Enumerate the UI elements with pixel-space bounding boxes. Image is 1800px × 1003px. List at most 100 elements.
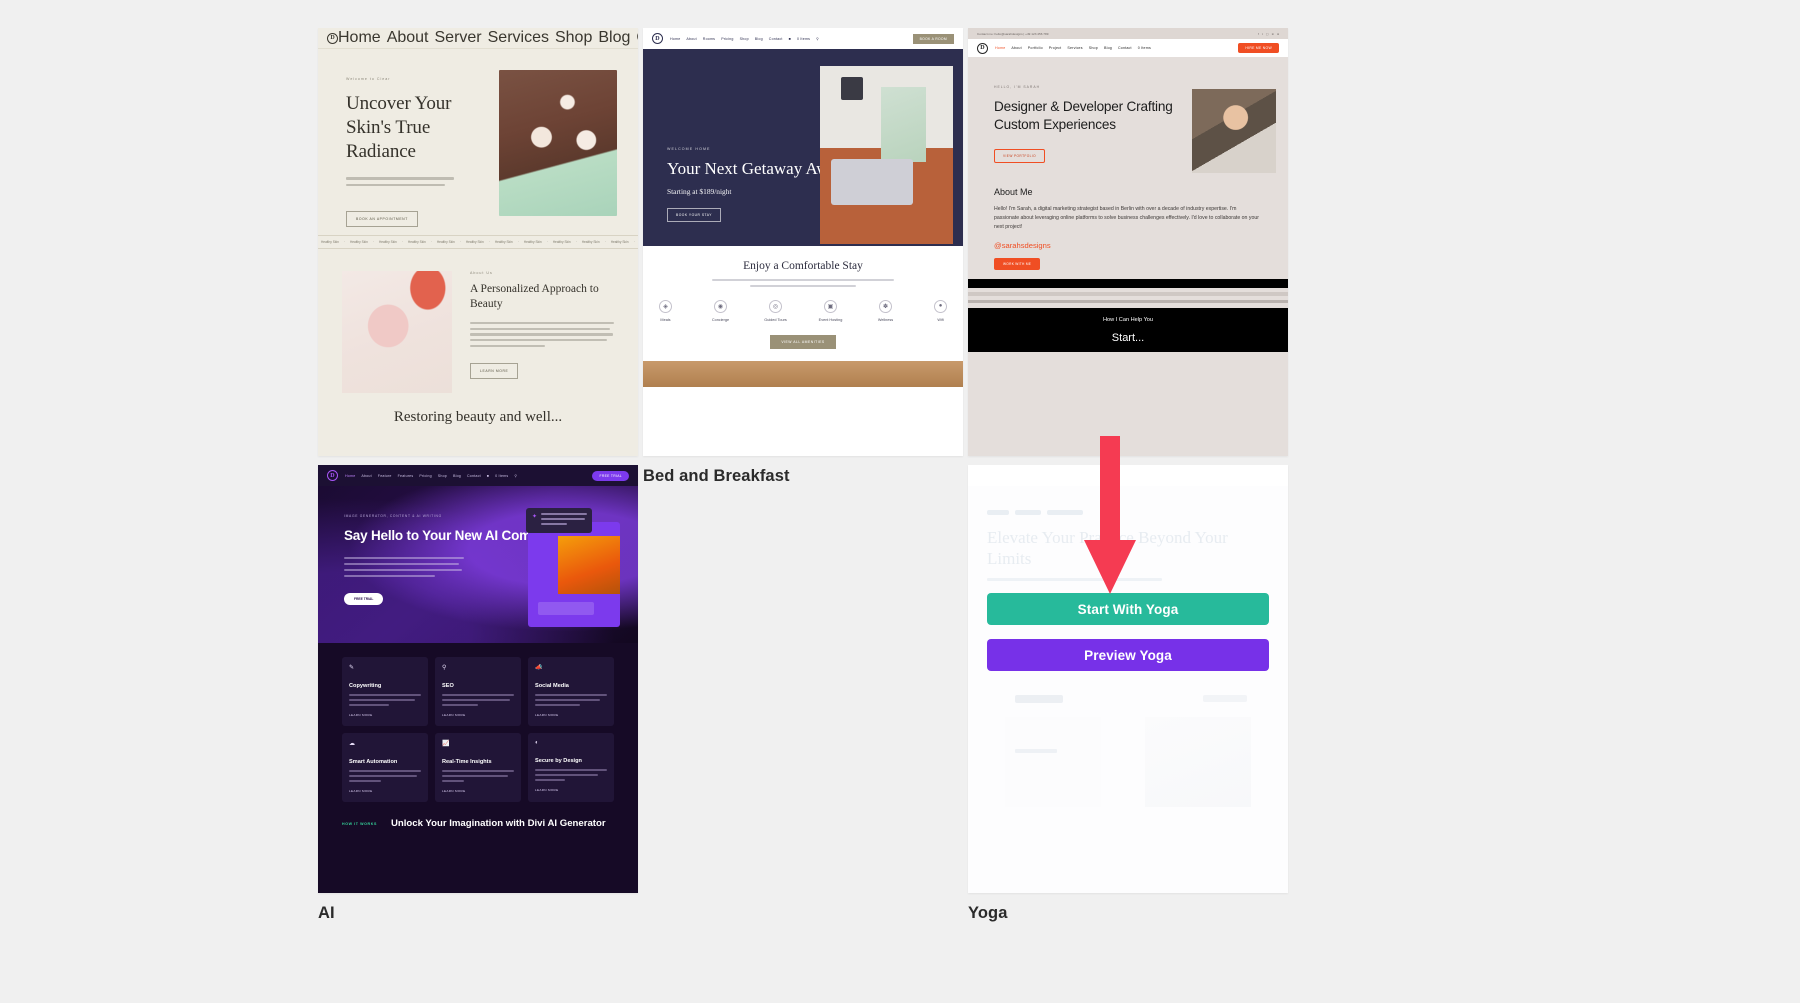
hero-paragraph	[987, 578, 1269, 582]
nav-link[interactable]: Server	[435, 29, 482, 47]
amenity-item[interactable]: ◉ Concierge	[701, 299, 741, 322]
hero-free-trial-button[interactable]: FREE TRIAL	[344, 592, 384, 605]
cart-icon[interactable]: ■	[789, 37, 791, 41]
thumbnail-ai[interactable]: D Home About Feature Features Pricing Sh…	[318, 465, 638, 893]
feature-desc	[535, 769, 607, 781]
nav-link[interactable]: Shop	[438, 474, 447, 478]
lower-preview-area	[987, 695, 1269, 813]
cart-count-label[interactable]: 0 Items	[797, 37, 810, 41]
card-esthetician[interactable]: D Home About Server Services Shop Blog C…	[318, 28, 638, 486]
feature-title: Smart Automation	[349, 759, 398, 765]
nav-link[interactable]: Contact	[636, 29, 638, 47]
amenities-list: ◈ Meals ◉ Concierge ◎ Guided Tours ▣ Eve…	[643, 299, 963, 322]
nav-link[interactable]: Rooms	[703, 37, 715, 41]
thumbnail-bed-and-breakfast[interactable]: D Home About Rooms Pricing Shop Blog Con…	[643, 28, 963, 456]
nav-link[interactable]: About	[1011, 46, 1021, 50]
nav-link[interactable]: Shop	[555, 29, 592, 47]
amenity-item[interactable]: ▣ Event Hosting	[811, 299, 851, 322]
search-icon[interactable]: ⚲	[514, 474, 517, 478]
nav-link[interactable]: 0 Items	[495, 474, 508, 478]
learn-more-link[interactable]: LEARN MORE	[349, 789, 421, 793]
linkedin-icon[interactable]: in	[1272, 32, 1274, 36]
nav-link[interactable]: Portfolio	[1028, 46, 1043, 50]
view-all-amenities-button[interactable]: VIEW ALL AMENITIES	[770, 334, 836, 349]
thumbnail-esthetician[interactable]: D Home About Server Services Shop Blog C…	[318, 28, 638, 456]
nav-link[interactable]: Blog	[453, 474, 461, 478]
card-yoga[interactable]: Elevate Your Practice Beyond Your Limits…	[968, 465, 1288, 923]
card-bed-and-breakfast[interactable]: D Home About Rooms Pricing Shop Blog Con…	[643, 28, 963, 486]
search-icon[interactable]: ⚲	[816, 37, 819, 41]
nav-link[interactable]: Pricing	[419, 474, 431, 478]
amenity-item[interactable]: ● Wifi	[921, 299, 961, 322]
nav-link[interactable]: Blog	[1104, 46, 1112, 50]
nav-link[interactable]: Services	[488, 29, 549, 47]
amenity-item[interactable]: ◈ Meals	[646, 299, 686, 322]
feature-card[interactable]: 📈 Real-Time Insights LEARN MORE	[435, 733, 521, 802]
nav-link[interactable]: Contact	[467, 474, 481, 478]
view-portfolio-button[interactable]: VIEW PORTFOLIO	[994, 149, 1045, 164]
feature-card[interactable]: 📣 Social Media LEARN MORE	[528, 657, 614, 726]
nav-link[interactable]: Features	[398, 474, 414, 478]
thumbnail-freelance[interactable]: Contact me: hello@sarahdesigns | +49 123…	[968, 28, 1288, 456]
nav-link[interactable]: 0 Items	[1138, 46, 1151, 50]
nav-links: Home About Server Services Shop Blog Con…	[338, 28, 638, 48]
about-learn-more-button[interactable]: LEARN MORE	[470, 362, 519, 379]
nav-link[interactable]: Project	[1049, 46, 1062, 50]
hero-heading: Designer & Developer Crafting Custom Exp…	[994, 99, 1173, 133]
nav-links: Home About Feature Features Pricing Shop…	[345, 474, 517, 478]
nav-link[interactable]: Home	[345, 474, 355, 478]
feature-card[interactable]: ⚲ SEO LEARN MORE	[435, 657, 521, 726]
feature-title: Social Media	[535, 683, 569, 689]
hero-cta-button[interactable]: BOOK AN APPOINTMENT	[346, 211, 418, 228]
nav-link[interactable]: Home	[670, 37, 680, 41]
about-section: About Me Hello! I'm Sarah, a digital mar…	[968, 173, 1288, 270]
nav-link[interactable]: Shop	[740, 37, 749, 41]
feature-card[interactable]: ◐ Secure by Design LEARN MORE	[528, 733, 614, 802]
social-icons[interactable]: f t ▢ in ●	[1258, 32, 1279, 36]
preview-yoga-button[interactable]: Preview Yoga	[987, 639, 1269, 672]
feature-title: Copywriting	[349, 683, 382, 689]
free-trial-button[interactable]: FREE TRIAL	[592, 470, 629, 481]
amenity-item[interactable]: ✽ Wellness	[866, 299, 906, 322]
amenity-item[interactable]: ◎ Guided Tours	[756, 299, 796, 322]
social-handle[interactable]: @sarahsdesigns	[994, 241, 1262, 250]
book-a-room-button[interactable]: BOOK A ROOM	[912, 33, 954, 44]
facebook-icon[interactable]: f	[1258, 32, 1259, 36]
nav-link[interactable]: Home	[338, 29, 381, 47]
book-your-stay-button[interactable]: BOOK YOUR STAY	[667, 208, 721, 223]
hire-me-button[interactable]: HIRE ME NOW	[1238, 43, 1279, 53]
dribbble-icon[interactable]: ●	[1277, 32, 1279, 36]
nav-link[interactable]: Feature	[378, 474, 392, 478]
nav-link[interactable]: Blog	[755, 37, 763, 41]
site-nav: D Home About Server Services Shop Blog C…	[318, 28, 638, 49]
learn-more-link[interactable]: LEARN MORE	[535, 713, 607, 717]
nav-link[interactable]: Contact	[769, 37, 783, 41]
nav-link[interactable]: Services	[1067, 46, 1082, 50]
start-with-yoga-button[interactable]: Start With Yoga	[987, 593, 1269, 626]
slider-control[interactable]	[538, 602, 594, 615]
nav-link[interactable]: Shop	[1089, 46, 1098, 50]
nav-link[interactable]: Blog	[598, 29, 630, 47]
feature-card[interactable]: ☁ Smart Automation LEARN MORE	[342, 733, 428, 802]
nav-link[interactable]: Pricing	[721, 37, 733, 41]
thumbnail-yoga[interactable]: Elevate Your Practice Beyond Your Limits…	[968, 465, 1288, 893]
nav-link[interactable]: About	[387, 29, 429, 47]
search-icon: ⚲	[442, 665, 447, 671]
work-with-me-button[interactable]: WORK WITH ME	[994, 257, 1041, 270]
learn-more-link[interactable]: LEARN MORE	[535, 788, 607, 792]
instagram-icon[interactable]: ▢	[1266, 32, 1269, 36]
cart-icon[interactable]: ■	[487, 474, 489, 478]
twitter-icon[interactable]: t	[1262, 32, 1263, 36]
nav-link[interactable]: About	[686, 37, 696, 41]
nav-link[interactable]: Home	[995, 46, 1005, 50]
learn-more-link[interactable]: LEARN MORE	[442, 789, 514, 793]
learn-more-link[interactable]: LEARN MORE	[442, 713, 514, 717]
nav-link[interactable]: About	[361, 474, 371, 478]
nav-link[interactable]: Contact	[1118, 46, 1132, 50]
feature-card[interactable]: ✎ Copywriting LEARN MORE	[342, 657, 428, 726]
card-ai[interactable]: D Home About Feature Features Pricing Sh…	[318, 465, 638, 923]
footer-cta-section: HOW IT WORKS Unlock Your Imagination wit…	[318, 818, 638, 831]
card-freelance[interactable]: Contact me: hello@sarahdesigns | +49 123…	[968, 28, 1288, 486]
learn-more-link[interactable]: LEARN MORE	[349, 713, 421, 717]
hero-section: WELCOME HOME Your Next Getaway Awaits St…	[643, 49, 963, 246]
